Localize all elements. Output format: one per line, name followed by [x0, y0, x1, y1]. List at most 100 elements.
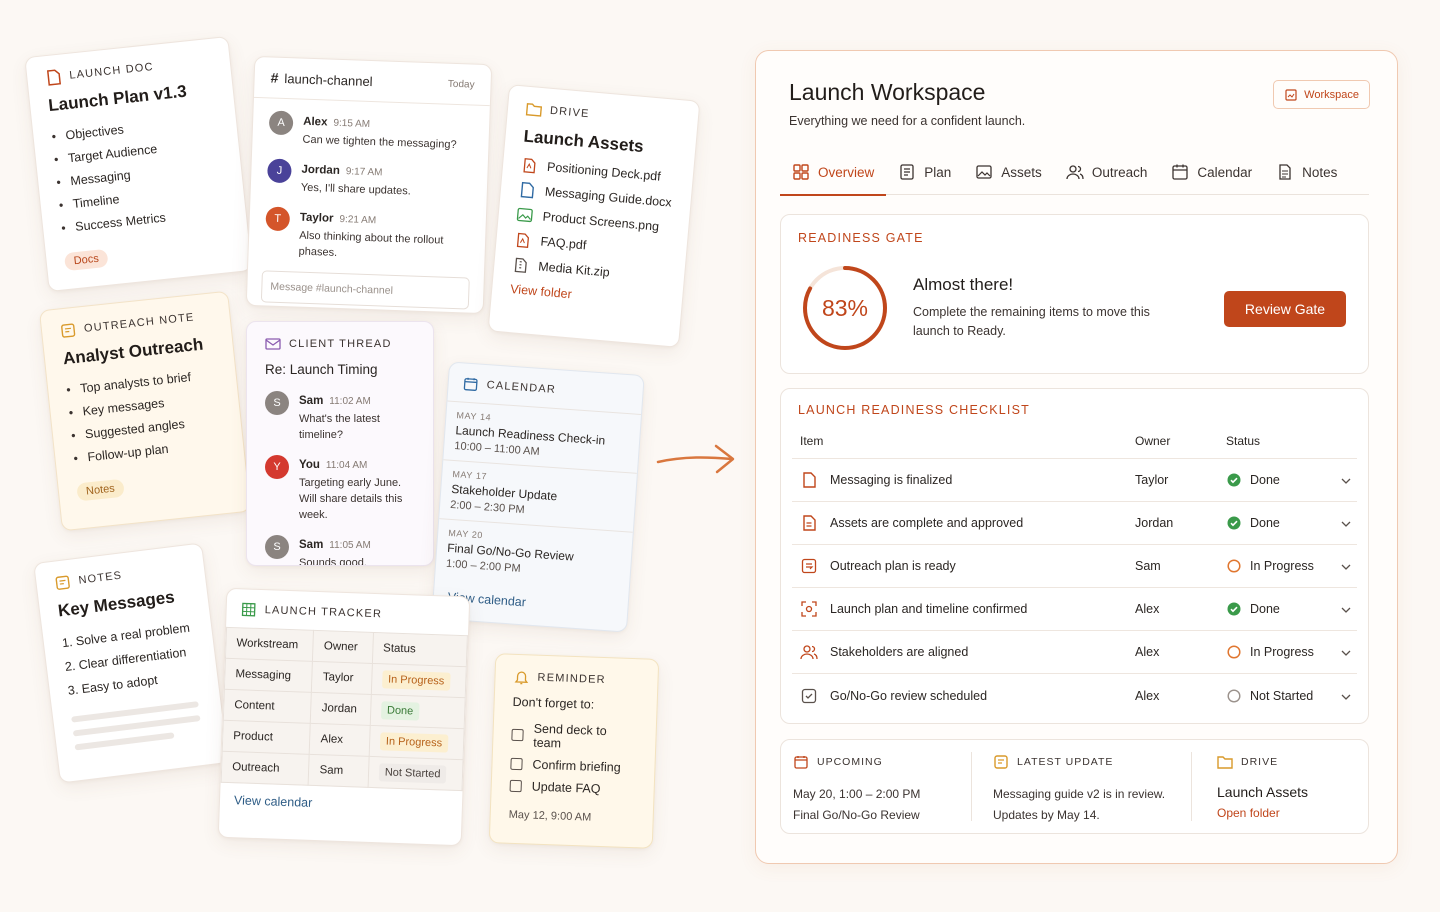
avatar[interactable]: S — [265, 391, 289, 415]
table-icon — [240, 601, 257, 618]
page-subtitle: Everything we need for a confident launc… — [789, 114, 1026, 128]
tab-assets[interactable]: Assets — [963, 149, 1054, 195]
message-text: Sounds good. — [299, 557, 367, 566]
checkbox[interactable] — [510, 757, 523, 771]
col-status: Status — [1226, 433, 1261, 448]
launch-tracker-card[interactable]: LAUNCH TRACKER Workstream Owner Status Mes… — [217, 587, 471, 847]
chat-card[interactable]: # launch-channel Today A Alex 9:15 AM Can… — [245, 55, 493, 315]
drive-card[interactable]: DRIVE Launch Assets Positioning Deck.pdf… — [487, 84, 701, 348]
status-label: Done — [1250, 473, 1280, 487]
pdf-icon — [514, 231, 531, 248]
status-label: In Progress — [1250, 645, 1314, 659]
chat-message: Y You 11:04 AM Targeting early June. Will… — [265, 455, 415, 523]
owner: Alex — [1135, 602, 1160, 616]
chevron-down-icon[interactable] — [1341, 602, 1351, 616]
gate-heading: Almost there! — [913, 275, 1014, 294]
drive-label: DRIVE — [1241, 756, 1279, 768]
checklist-row[interactable]: Messaging is finalized Taylor Done — [792, 459, 1357, 502]
tab-overview[interactable]: Overview — [780, 149, 887, 196]
view-folder-link[interactable]: View folder — [510, 282, 665, 309]
card-label: DRIVE — [549, 104, 591, 121]
avatar[interactable]: J — [267, 158, 292, 184]
chevron-down-icon[interactable] — [1341, 559, 1351, 573]
notes-card[interactable]: NOTES Key Messages 1. Solve a real probl… — [33, 542, 229, 784]
upcoming-event[interactable]: Final Go/No-Go Review — [793, 805, 959, 826]
outreach-note-card[interactable]: OUTREACH NOTE Analyst Outreach Top analy… — [38, 290, 252, 532]
reminder-item[interactable]: Update FAQ — [509, 779, 636, 797]
check-doc-icon — [800, 687, 818, 705]
owner: Jordan — [1135, 516, 1174, 530]
card-title: Analyst Outreach — [62, 334, 205, 369]
note-icon — [54, 574, 72, 592]
reminder-item[interactable]: Send deck to team — [511, 721, 638, 753]
folder-icon — [525, 101, 543, 118]
owner-cell: Sam — [308, 754, 369, 788]
avatar[interactable]: T — [265, 206, 291, 232]
open-folder-link[interactable]: Open folder — [1217, 806, 1353, 820]
chevron-down-icon[interactable] — [1341, 645, 1351, 659]
upcoming-label: UPCOMING — [817, 756, 883, 768]
client-thread-card[interactable]: CLIENT THREAD Re: Launch Timing S Sam 11:… — [246, 321, 434, 566]
image-icon — [975, 163, 993, 181]
checkbox[interactable] — [511, 728, 524, 742]
tab-plan[interactable]: Plan — [886, 149, 963, 195]
chevron-down-icon[interactable] — [1341, 689, 1351, 703]
file-item[interactable]: Media Kit.zip — [512, 256, 667, 285]
update-line1: Messaging guide v2 is in review. — [993, 787, 1166, 801]
note-icon — [59, 322, 77, 340]
focus-icon — [800, 600, 818, 618]
tracker-table: Workstream Owner Status Messaging Taylor I… — [221, 627, 468, 791]
doc-icon — [800, 471, 818, 489]
tab-outreach[interactable]: Outreach — [1054, 149, 1160, 195]
workspace-badge[interactable]: Workspace — [1273, 80, 1370, 109]
review-gate-button[interactable]: Review Gate — [1224, 291, 1346, 327]
bell-icon — [513, 669, 530, 686]
readiness-percent: 83% — [822, 295, 868, 321]
tab-notes[interactable]: Notes — [1264, 149, 1349, 195]
file-item[interactable]: Product Screens.png — [516, 206, 671, 235]
checklist-row[interactable]: Launch plan and timeline confirmed Alex … — [792, 588, 1357, 631]
tab-label: Plan — [924, 164, 952, 180]
column-header: Workstream — [225, 627, 314, 662]
progress-circle-icon — [1226, 644, 1242, 660]
avatar[interactable]: Y — [265, 455, 289, 479]
owner: Taylor — [1135, 473, 1169, 487]
card-title: Key Messages — [56, 587, 176, 621]
card-label: CALENDAR — [486, 379, 557, 396]
tab-bar: Overview Plan Assets Outreach Calendar N… — [780, 149, 1369, 196]
tab-calendar[interactable]: Calendar — [1159, 149, 1264, 195]
gate-text: Complete the remaining items to move thi… — [913, 305, 1150, 338]
checklist-row[interactable]: Outreach plan is ready Sam In Progress — [792, 545, 1357, 588]
owner-cell: Alex — [309, 723, 370, 757]
update-line2: Updates by May 14. — [993, 808, 1100, 822]
owner: Sam — [1135, 559, 1161, 573]
avatar[interactable]: A — [268, 110, 294, 136]
people-icon — [1066, 163, 1084, 181]
notes-icon — [1276, 163, 1294, 181]
grid-icon — [792, 163, 810, 181]
chevron-down-icon[interactable] — [1341, 516, 1351, 530]
checklist-row[interactable]: Stakeholders are aligned Alex In Progres… — [792, 631, 1357, 674]
docs-tag[interactable]: Docs — [63, 248, 109, 272]
reminder-card[interactable]: REMINDER Don't forget to: Send deck to t… — [488, 653, 660, 849]
file-item[interactable]: Positioning Deck.pdf — [521, 156, 676, 185]
avatar[interactable]: S — [265, 535, 289, 559]
message-text: Targeting early June. Will share details… — [299, 477, 403, 521]
checklist-row[interactable]: Go/No-Go review scheduled Alex Not Start… — [792, 674, 1357, 717]
calendar-card[interactable]: CALENDAR MAY 14 Launch Readiness Check-i… — [431, 361, 645, 633]
file-item[interactable]: FAQ.pdf — [514, 231, 669, 260]
notes-tag[interactable]: Notes — [76, 478, 125, 502]
checklist-row[interactable]: Assets are complete and approved Jordan … — [792, 502, 1357, 545]
file-item[interactable]: Messaging Guide.docx — [518, 181, 673, 210]
section-title: LAUNCH READINESS CHECKLIST — [798, 403, 1030, 417]
checkbox[interactable] — [509, 779, 522, 793]
launch-doc-card[interactable]: LAUNCH DOC Launch Plan v1.3 ObjectivesTa… — [24, 35, 253, 293]
reminder-item[interactable]: Confirm briefing — [510, 757, 636, 775]
chat-message: A Alex 9:15 AM Can we tighten the messagi… — [268, 110, 473, 153]
message-time: 11:04 AM — [325, 460, 368, 471]
check-circle-icon — [1226, 601, 1242, 617]
chevron-down-icon[interactable] — [1341, 473, 1351, 487]
chat-message: S Sam 11:02 AM What's the latest timeline… — [265, 391, 415, 443]
message-input[interactable]: Message #launch-channel — [260, 270, 470, 310]
tab-label: Notes — [1302, 164, 1338, 180]
